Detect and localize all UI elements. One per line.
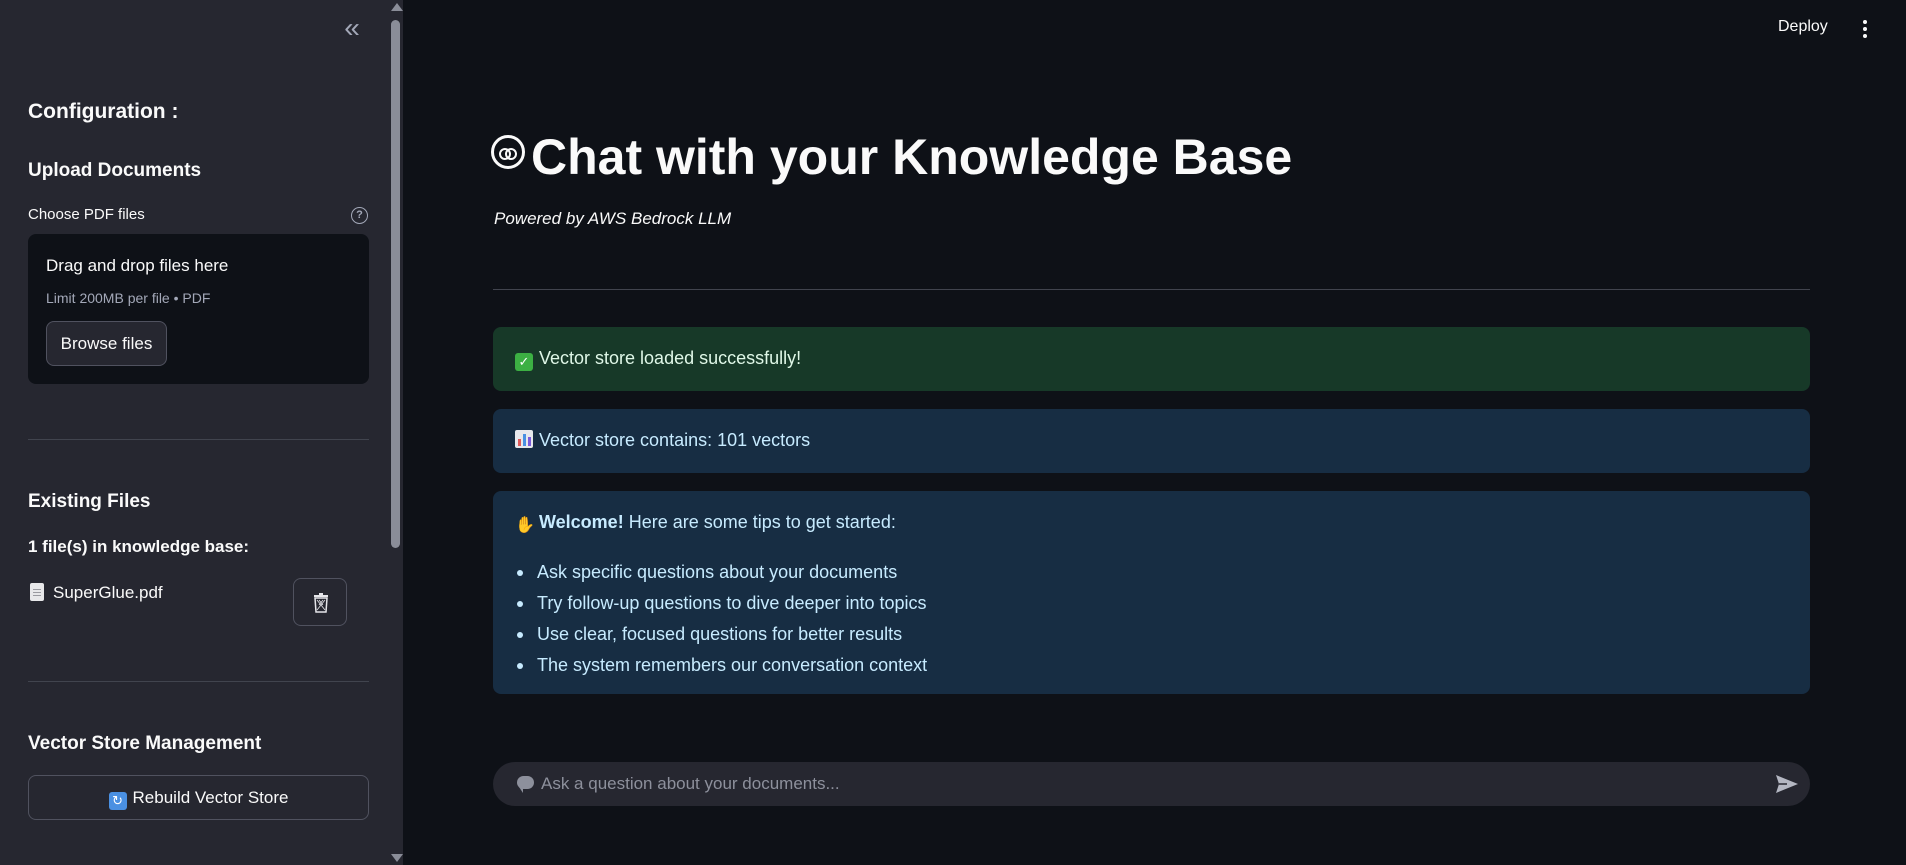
- welcome-text: Here are some tips to get started:: [623, 512, 896, 532]
- check-icon: ✓: [515, 353, 533, 371]
- tips-list: Ask specific questions about your docume…: [515, 557, 927, 681]
- dropzone-title: Drag and drop files here: [46, 256, 229, 275]
- double-chevron-left-icon: «: [344, 12, 360, 43]
- question-icon[interactable]: ?: [351, 207, 368, 224]
- deploy-button[interactable]: Deploy: [1778, 18, 1828, 36]
- existing-files-heading: Existing Files: [28, 491, 151, 512]
- page-title-text: Chat with your Knowledge Base: [531, 129, 1293, 185]
- success-text: Vector store loaded successfully!: [539, 348, 802, 368]
- scroll-up-arrow-icon[interactable]: [391, 3, 403, 11]
- file-uploader-label: Choose PDF files: [28, 206, 145, 223]
- vector-count-alert: Vector store contains: 101 vectors: [493, 409, 1810, 473]
- welcome-alert: ✋ Welcome! Here are some tips to get star…: [493, 491, 1810, 694]
- vector-count-text: Vector store contains: 101 vectors: [539, 430, 811, 450]
- page-title: Chat with your Knowledge Base: [491, 128, 1292, 186]
- sidebar: « Configuration : Upload Documents Choos…: [0, 0, 403, 865]
- sidebar-heading: Configuration :: [28, 100, 179, 123]
- document-icon: [30, 583, 44, 601]
- main-divider: [493, 289, 1810, 290]
- list-item: The system remembers our conversation co…: [515, 650, 927, 681]
- collapse-sidebar-button[interactable]: «: [338, 14, 366, 44]
- send-icon[interactable]: [1775, 774, 1799, 794]
- dropzone-limit-text: Limit 200MB per file • PDF: [46, 290, 211, 306]
- upload-documents-heading: Upload Documents: [28, 160, 202, 181]
- delete-file-button[interactable]: [293, 578, 347, 626]
- file-count-text: 1 file(s) in knowledge base:: [28, 537, 250, 556]
- scroll-down-arrow-icon[interactable]: [391, 854, 403, 862]
- speech-bubble-icon: [517, 776, 534, 793]
- success-alert: ✓ Vector store loaded successfully!: [493, 327, 1810, 391]
- vector-store-heading: Vector Store Management: [28, 733, 262, 754]
- browse-files-button[interactable]: Browse files: [46, 321, 167, 366]
- scrollbar-thumb[interactable]: [391, 20, 400, 548]
- sidebar-divider: [28, 439, 369, 440]
- rebuild-label: Rebuild Vector Store: [132, 788, 289, 807]
- kebab-menu-icon[interactable]: [1858, 18, 1872, 40]
- waving-hand-icon: ✋: [515, 517, 535, 534]
- chat-input-bar: [493, 762, 1810, 806]
- list-item: Ask specific questions about your docume…: [515, 557, 927, 588]
- chat-input[interactable]: [541, 762, 1741, 806]
- sidebar-scrollbar[interactable]: [388, 0, 403, 865]
- bar-chart-icon: [515, 430, 533, 448]
- trash-icon: [314, 593, 328, 613]
- list-item: Try follow-up questions to dive deeper i…: [515, 588, 927, 619]
- refresh-icon: ↻: [108, 792, 127, 810]
- robot-face-icon: [491, 135, 525, 169]
- welcome-bold: Welcome!: [539, 512, 624, 532]
- sidebar-divider: [28, 681, 369, 682]
- rebuild-vector-store-button[interactable]: ↻ Rebuild Vector Store: [28, 775, 369, 820]
- page-subtitle: Powered by AWS Bedrock LLM: [494, 209, 732, 228]
- file-dropzone[interactable]: Drag and drop files here Limit 200MB per…: [28, 234, 369, 384]
- list-item: Use clear, focused questions for better …: [515, 619, 927, 650]
- file-name: SuperGlue.pdf: [53, 583, 163, 602]
- file-list-item: SuperGlue.pdf: [30, 583, 163, 603]
